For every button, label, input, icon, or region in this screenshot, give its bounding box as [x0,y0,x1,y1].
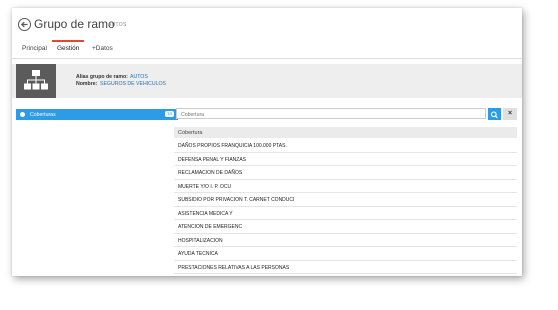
row-cobertura: SUBSIDIO POR PRIVACION T. CARNET CONDUCI [178,197,295,203]
table-row[interactable]: DEFENSA PENAL Y FIANZAS [174,153,517,166]
table-row[interactable]: SUBSIDIO POR PRIVACION T. CARNET CONDUCI [174,193,517,207]
table-header: Cobertura [174,127,517,138]
table-row[interactable]: MUERTE Y/O I. P. OCU [174,180,517,193]
tab-gestion[interactable]: Gestión [57,45,79,52]
search-icon [490,111,498,119]
table-row[interactable]: PRESTACIONES RELATIVAS A LAS PERSONAS [174,261,517,274]
row-cobertura: ATENCION DE EMERGENC [178,224,243,230]
table-row[interactable]: HOSPITALIZACION [174,234,517,247]
search-button[interactable] [488,108,501,120]
search-input[interactable] [176,108,486,119]
nombre-label: Nombre: [76,81,98,87]
page-header: Grupo de ramo AUTOS [12,8,522,36]
table-row[interactable]: ASISTENCIA MEDICA Y [174,207,517,220]
tab-principal[interactable]: Principal [22,45,47,52]
hierarchy-icon [16,64,56,98]
table-row[interactable]: ATENCION DE EMERGENC [174,220,517,234]
row-cobertura: AYUDA TECNICA [178,251,218,257]
close-icon: × [507,110,513,117]
table-row[interactable]: DAÑOS PROPIOS FRANQUICIA 100.000 PTAS. [174,139,517,153]
info-panel: Alias grupo de ramo: AUTOS Nombre: SEGUR… [12,64,522,98]
table-row[interactable]: AYUDA TECNICA [174,247,517,261]
back-arrow-icon[interactable] [18,18,31,31]
column-header-cobertura: Cobertura [178,129,203,136]
tab-bar: Principal Gestión +Datos [12,41,522,59]
page-title: Grupo de ramo [34,17,115,31]
row-cobertura: RECLAMACION DE DAÑOS [178,170,243,176]
row-cobertura: ASISTENCIA MEDICA Y [178,210,233,217]
nombre-value: SEGUROS DE VEHICULOS [100,81,167,87]
sidebar-item-coberturas[interactable]: Coberturas 14 [16,109,178,120]
row-cobertura: DEFENSA PENAL Y FIANZAS [178,156,246,163]
alias-label: Alias grupo de ramo: [76,74,128,80]
bullet-icon [20,112,25,117]
alias-value: AUTOS [130,74,148,80]
row-cobertura: PRESTACIONES RELATIVAS A LAS PERSONAS [178,264,290,271]
sidebar-item-label: Coberturas [30,111,56,118]
page-subtitle: AUTOS [108,22,127,28]
row-cobertura: DAÑOS PROPIOS FRANQUICIA 100.000 PTAS. [178,143,287,149]
table-row[interactable]: RECLAMACION DE DAÑOS [174,166,517,180]
row-cobertura: HOSPITALIZACION [178,237,223,244]
tab-mas-datos[interactable]: +Datos [92,45,113,52]
row-cobertura: MUERTE Y/O I. P. OCU [178,183,232,190]
app-window: Grupo de ramo AUTOS Principal Gestión +D… [12,8,522,276]
active-tab-indicator [52,40,84,42]
count-badge: 14 [165,111,174,117]
clear-button[interactable]: × [503,108,517,120]
